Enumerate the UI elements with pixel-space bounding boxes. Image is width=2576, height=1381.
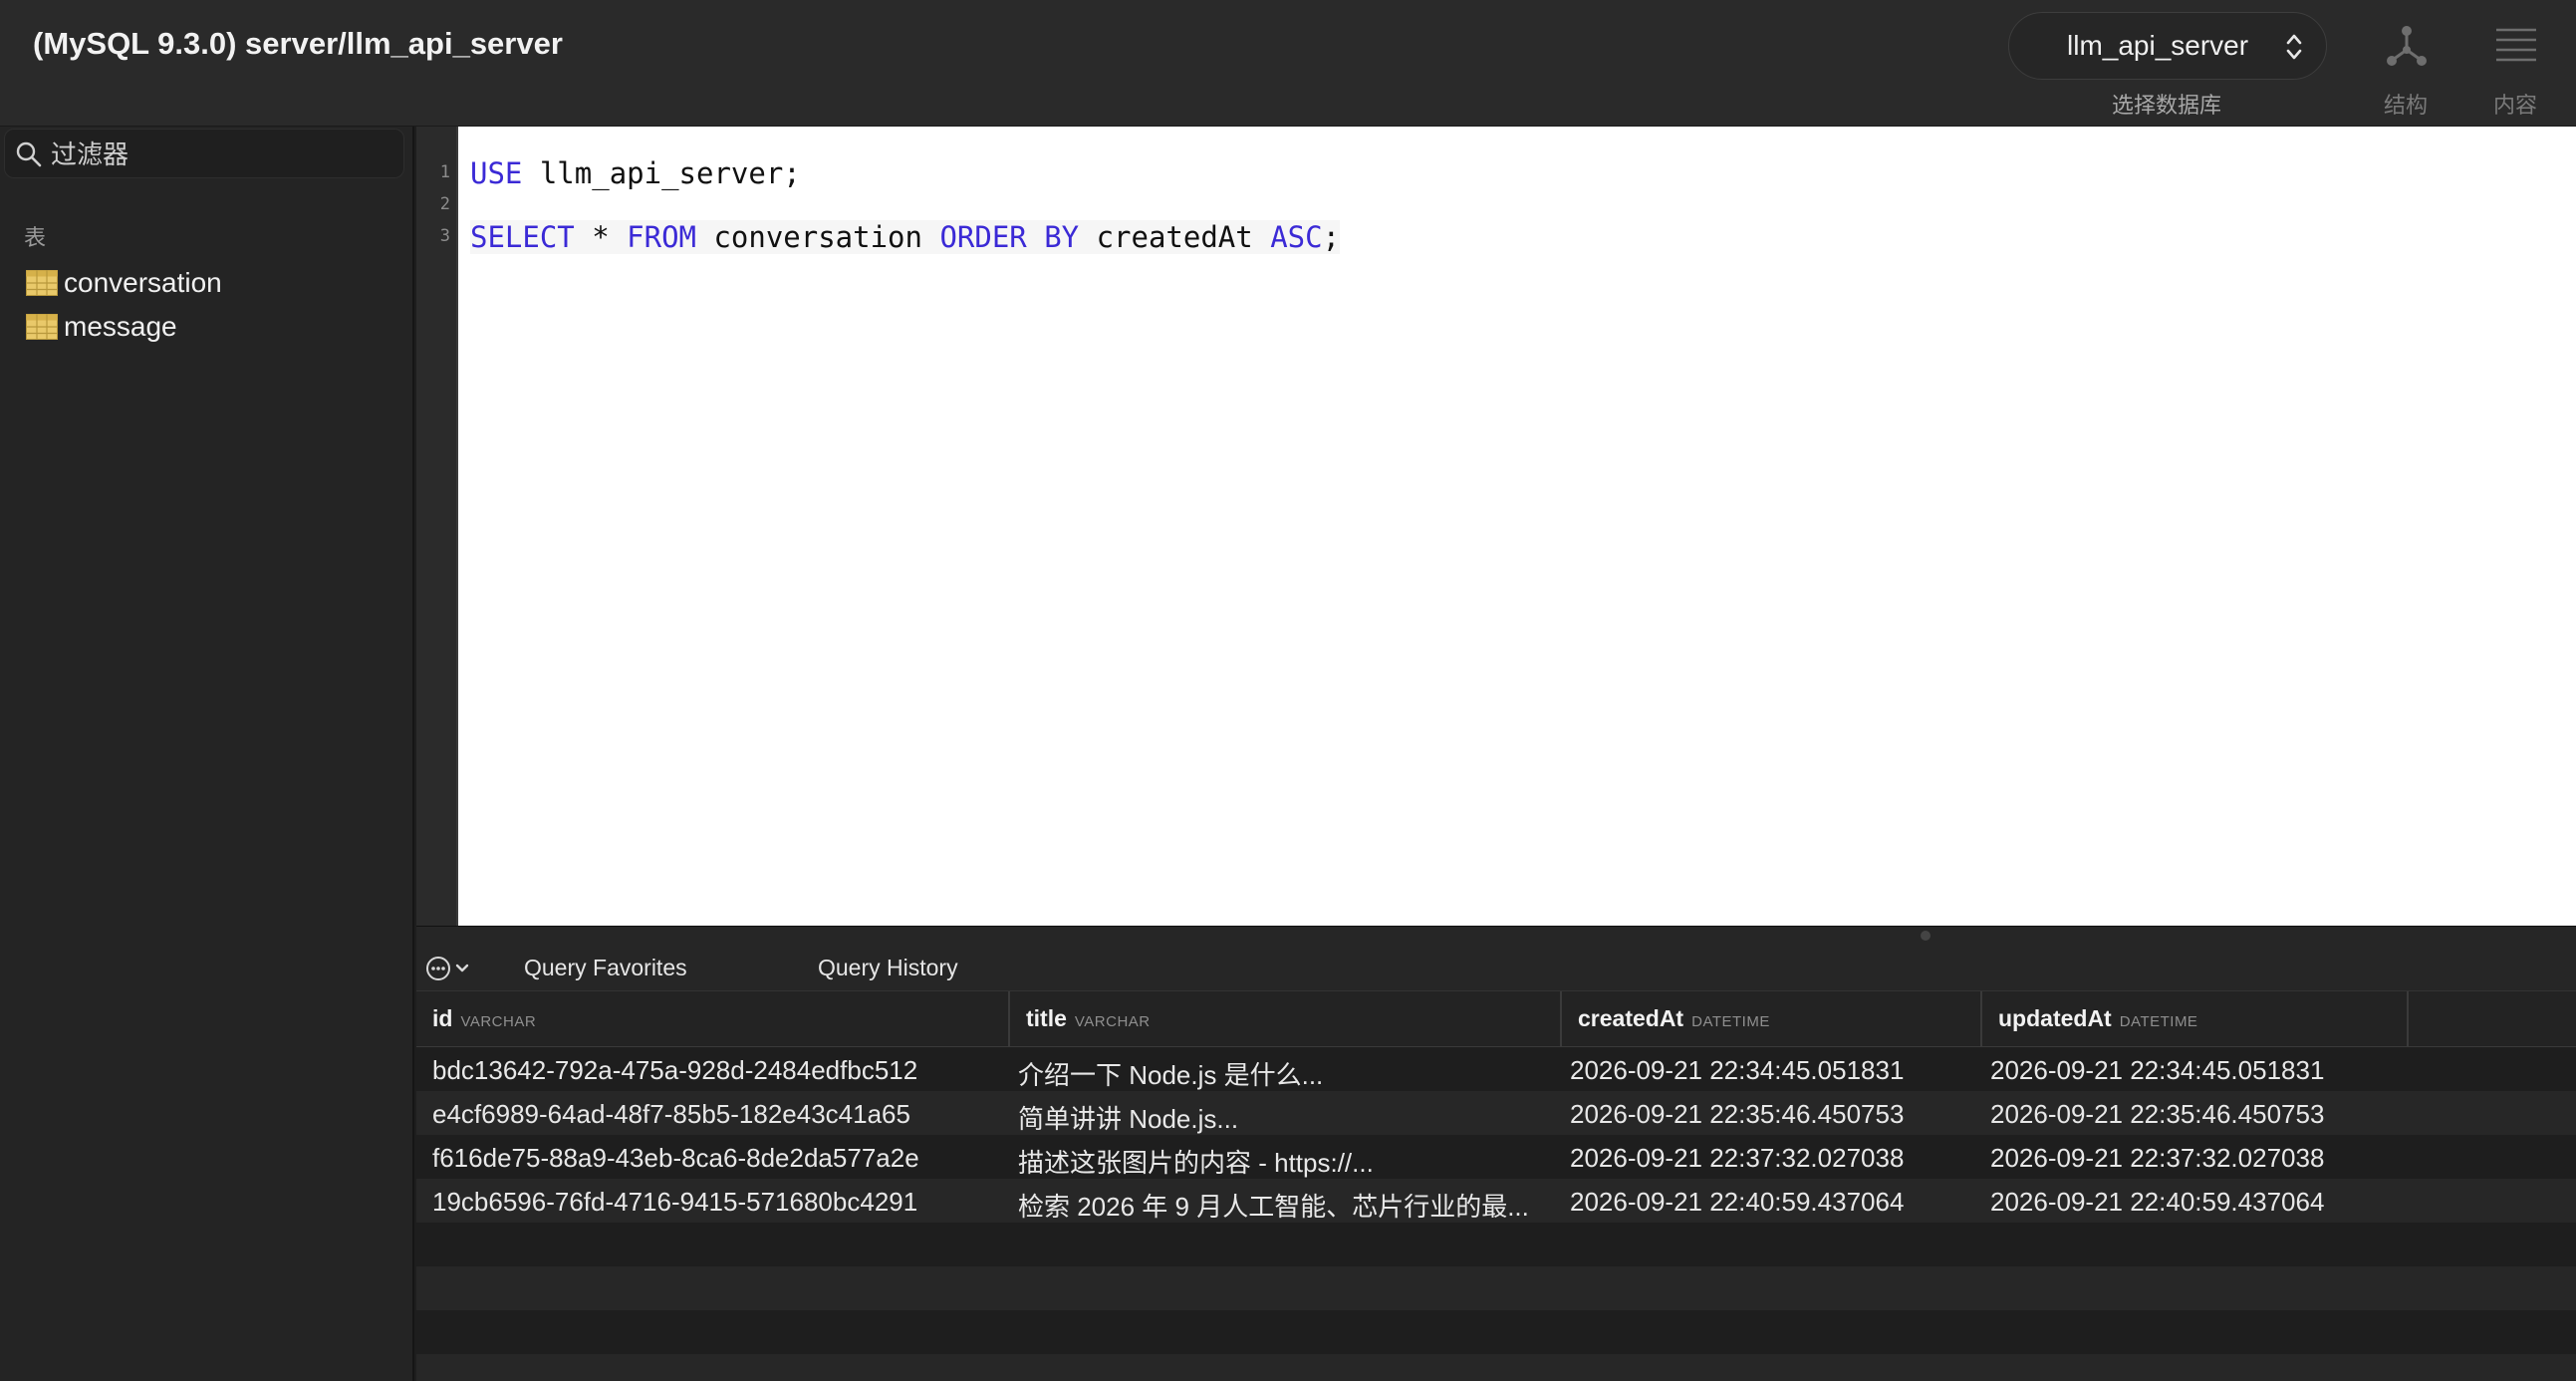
column-type: VARCHAR (1074, 1013, 1151, 1030)
sql-text: ; (1322, 220, 1341, 254)
column-name: title (1026, 1005, 1067, 1031)
sql-text: llm_api_server; (522, 156, 801, 190)
cell-id[interactable]: f616de75-88a9-43eb-8ca6-8de2da577a2e (432, 1143, 919, 1174)
sql-keyword: ASC (1270, 220, 1323, 254)
line-number: 1 (439, 162, 450, 182)
results-toolbar: Query Favorites Query History (416, 926, 2576, 991)
table-row[interactable]: 19cb6596-76fd-4716-9415-571680bc4291 检索 … (416, 1179, 2576, 1223)
line-number: 2 (439, 194, 450, 214)
cell-createdat[interactable]: 2026-09-21 22:37:32.027038 (1570, 1143, 1904, 1174)
search-icon (16, 141, 42, 167)
cell-title[interactable]: 介绍一下 Node.js 是什么... (1018, 1055, 1323, 1092)
database-select[interactable]: llm_api_server (2008, 12, 2327, 80)
table-row[interactable]: f616de75-88a9-43eb-8ca6-8de2da577a2e 描述这… (416, 1135, 2576, 1179)
column-header-label: createdAt DATETIME (1578, 1005, 1770, 1032)
sql-text: conversation (696, 220, 940, 254)
cell-id[interactable]: bdc13642-792a-475a-928d-2484edfbc512 (432, 1055, 917, 1086)
up-down-chevron-icon (2286, 34, 2302, 60)
sql-text: * (574, 220, 628, 254)
table-row[interactable]: e4cf6989-64ad-48f7-85b5-182e43c41a65 简单讲… (416, 1091, 2576, 1135)
line-number-gutter: 1 2 3 (416, 127, 458, 926)
content-button-label: 内容 (2492, 93, 2537, 118)
query-editor[interactable]: 1 2 3 USE llm_api_server; SELECT * FROM … (416, 127, 2576, 926)
empty-row (416, 1354, 2576, 1381)
filter-input[interactable] (49, 136, 391, 173)
table-icon (26, 314, 58, 340)
content-icon (2496, 28, 2536, 62)
cell-updatedat[interactable]: 2026-09-21 22:34:45.051831 (1990, 1055, 2324, 1086)
sql-keyword: USE (470, 156, 523, 190)
column-name: createdAt (1578, 1005, 1684, 1031)
results-panel: Query Favorites Query History id VARCHAR … (416, 926, 2576, 1381)
column-name: id (432, 1005, 453, 1031)
table-icon (26, 270, 58, 296)
more-options-icon[interactable] (424, 955, 478, 982)
tables-section-label: 表 (24, 225, 47, 250)
cell-createdat[interactable]: 2026-09-21 22:35:46.450753 (1570, 1099, 1904, 1130)
column-header-label: updatedAt DATETIME (1998, 1005, 2197, 1032)
cell-title[interactable]: 描述这张图片的内容 - https://... (1018, 1143, 1374, 1180)
cell-updatedat[interactable]: 2026-09-21 22:35:46.450753 (1990, 1099, 2324, 1130)
column-type: VARCHAR (460, 1013, 537, 1030)
column-header-title[interactable]: title VARCHAR (1010, 991, 1562, 1047)
cell-updatedat[interactable]: 2026-09-21 22:40:59.437064 (1990, 1187, 2324, 1218)
column-header-label: title VARCHAR (1026, 1005, 1151, 1032)
cell-id[interactable]: e4cf6989-64ad-48f7-85b5-182e43c41a65 (432, 1099, 910, 1130)
column-header-id[interactable]: id VARCHAR (416, 991, 1010, 1047)
tab-query-favorites[interactable]: Query Favorites (524, 955, 687, 981)
splitter-handle[interactable] (1921, 931, 1931, 941)
line-number: 3 (439, 226, 450, 246)
structure-button-label: 结构 (2383, 93, 2428, 118)
filter-box (4, 129, 404, 178)
cell-createdat[interactable]: 2026-09-21 22:34:45.051831 (1570, 1055, 1904, 1086)
cell-title[interactable]: 简单讲讲 Node.js... (1018, 1099, 1238, 1136)
sidebar-table-label: message (64, 311, 177, 342)
empty-row (416, 1266, 2576, 1310)
sql-keyword: ORDER BY (939, 220, 1080, 254)
database-select-caption: 选择数据库 (2111, 93, 2221, 118)
structure-button[interactable]: 结构 (2351, 14, 2460, 120)
empty-row (416, 1310, 2576, 1354)
toolbar: (MySQL 9.3.0) server/llm_api_server llm_… (0, 0, 2576, 127)
cell-createdat[interactable]: 2026-09-21 22:40:59.437064 (1570, 1187, 1904, 1218)
tab-query-history[interactable]: Query History (818, 955, 958, 981)
code-line-3[interactable]: SELECT * FROM conversation ORDER BY crea… (470, 220, 1341, 254)
table-row[interactable]: bdc13642-792a-475a-928d-2484edfbc512 介绍一… (416, 1047, 2576, 1091)
content-button[interactable]: 内容 (2460, 14, 2570, 120)
cell-title[interactable]: 检索 2026 年 9 月人工智能、芯片行业的最... (1018, 1187, 1529, 1224)
column-type: DATETIME (1691, 1013, 1770, 1030)
results-grid-header: id VARCHAR title VARCHAR createdAt DATETIME… (416, 991, 2576, 1047)
sql-keyword: SELECT (470, 220, 575, 254)
column-header-label: id VARCHAR (432, 1005, 536, 1032)
structure-icon (2387, 26, 2427, 66)
column-header-createdat[interactable]: createdAt DATETIME (1562, 991, 1982, 1047)
sidebar-table-message[interactable]: message (26, 306, 394, 346)
window-title: (MySQL 9.3.0) server/llm_api_server (33, 26, 563, 61)
column-header-updatedat[interactable]: updatedAt DATETIME (1982, 991, 2409, 1047)
cell-id[interactable]: 19cb6596-76fd-4716-9415-571680bc4291 (432, 1187, 917, 1218)
sidebar-table-label: conversation (64, 267, 222, 298)
sidebar-table-conversation[interactable]: conversation (26, 262, 394, 302)
column-name: updatedAt (1998, 1005, 2112, 1031)
sql-keyword: FROM (627, 220, 696, 254)
code-line-1[interactable]: USE llm_api_server; (470, 156, 801, 190)
sql-text: createdAt (1079, 220, 1271, 254)
column-type: DATETIME (2119, 1013, 2198, 1030)
sidebar: 表 conversation message (0, 127, 414, 1381)
database-select-value: llm_api_server (2067, 30, 2249, 61)
empty-row (416, 1223, 2576, 1266)
cell-updatedat[interactable]: 2026-09-21 22:37:32.027038 (1990, 1143, 2324, 1174)
